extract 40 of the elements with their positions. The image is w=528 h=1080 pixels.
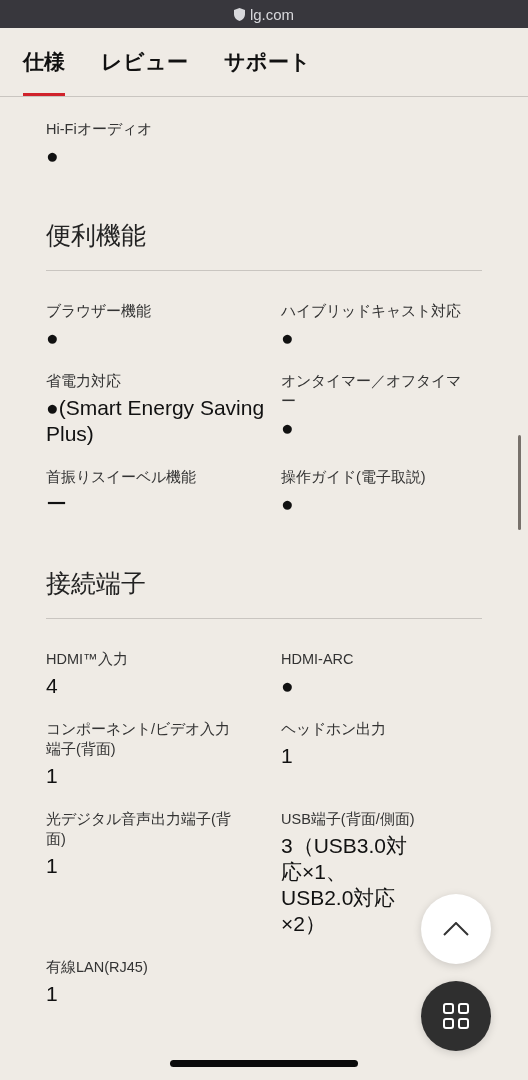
spec-value: 1: [281, 743, 294, 769]
back-to-top-button[interactable]: [421, 894, 491, 964]
chevron-up-icon: [443, 922, 469, 936]
spec-label: 有線LAN(RJ45): [46, 958, 149, 977]
spec-label: オンタイマー／オフタイマー: [281, 372, 462, 411]
spec-label: 首振りスイーベル機能: [46, 468, 197, 487]
spec-label: HDMI-ARC: [281, 650, 355, 669]
menu-button[interactable]: [421, 981, 491, 1051]
spec-value: ●: [46, 325, 60, 351]
spec-value: ●: [281, 673, 295, 699]
tab[interactable]: サポート: [224, 28, 311, 96]
spec-value: 1: [46, 981, 59, 1007]
spec-value: ー: [46, 491, 68, 517]
spec-label: ハイブリッドキャスト対応: [281, 302, 462, 321]
section-heading: 便利機能: [46, 197, 482, 271]
spec-label: 光デジタル音声出力端子(背面): [46, 810, 232, 849]
spec-label: USB端子(背面/側面): [281, 810, 416, 829]
spec-label: HDMI™入力: [46, 650, 129, 669]
spec-label: Hi-Fiオーディオ: [46, 120, 153, 139]
spec-value: 3（USB3.0対応×1、USB2.0対応×2）: [281, 833, 409, 937]
spec-label: 省電力対応: [46, 372, 122, 391]
spec-value: ●: [281, 325, 295, 351]
section-heading: 接続端子: [46, 545, 482, 619]
spec-label: ヘッドホン出力: [281, 720, 387, 739]
spec-label: コンポーネント/ビデオ入力端子(背面): [46, 720, 232, 759]
spec-label: ブラウザー機能: [46, 302, 152, 321]
shield-icon: [233, 7, 245, 21]
tab[interactable]: レビュー: [101, 28, 188, 96]
spec-value: 1: [46, 763, 59, 789]
spec-value: ●: [281, 415, 295, 441]
spec-value: 4: [46, 673, 59, 699]
spec-value: ●: [46, 143, 60, 169]
tab[interactable]: 仕様: [23, 28, 65, 96]
spec-label: 操作ガイド(電子取説): [281, 468, 427, 487]
url-text[interactable]: lg.com: [249, 5, 295, 23]
scrollbar[interactable]: [518, 435, 521, 530]
grid-icon: [443, 1003, 469, 1029]
spec-value: ●: [281, 491, 295, 517]
spec-value: ●(Smart Energy Saving Plus): [46, 395, 266, 447]
spec-value: 1: [46, 853, 59, 879]
